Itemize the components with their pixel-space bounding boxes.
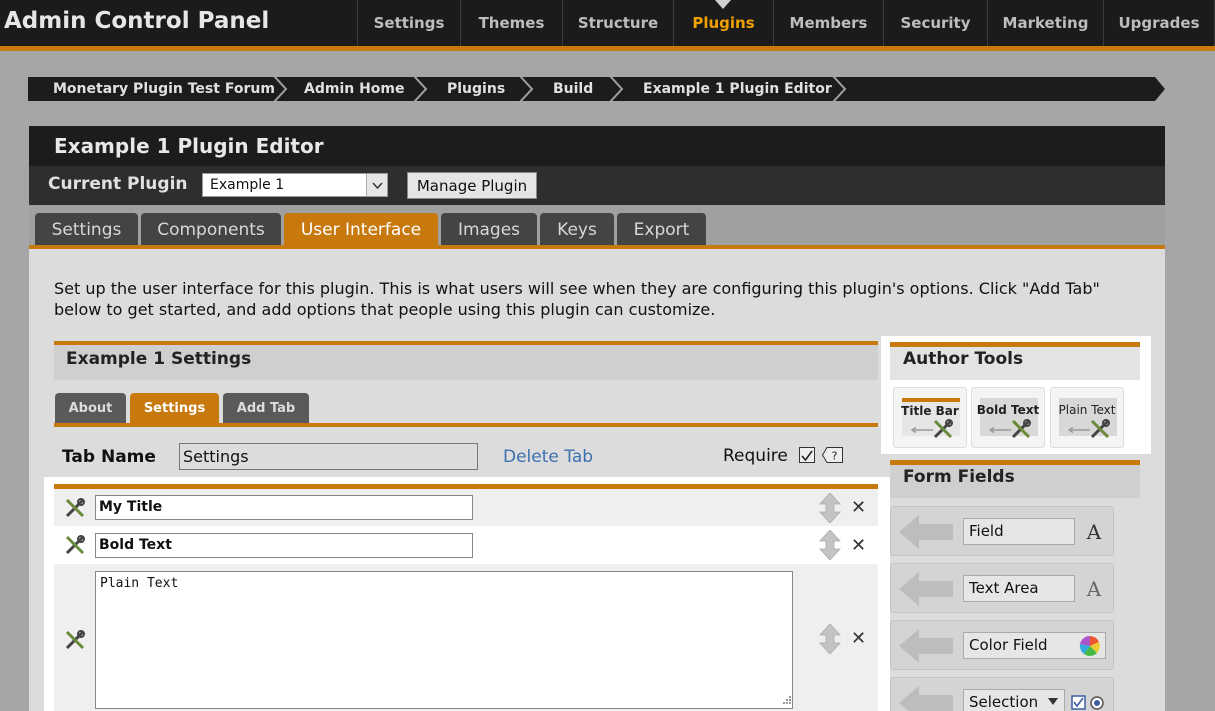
chevron-down-icon — [1048, 698, 1058, 705]
wrench-icon[interactable] — [64, 629, 86, 651]
help-icon[interactable]: ? — [822, 447, 843, 463]
nav-marketing[interactable]: Marketing — [988, 0, 1104, 46]
tool-title-bar[interactable]: Title Bar — [893, 387, 967, 448]
plugin-select[interactable]: Example 1 — [202, 173, 388, 197]
title-input[interactable]: My Title — [95, 495, 473, 520]
breadcrumb-chevron-icon — [273, 77, 288, 101]
arrow-left-icon — [1068, 427, 1090, 433]
move-handle-icon[interactable] — [818, 530, 842, 560]
close-icon[interactable]: ✕ — [851, 497, 866, 518]
arrow-left-icon — [899, 629, 953, 663]
author-tools-title: Author Tools — [903, 349, 1024, 369]
breadcrumb-chevron-icon — [413, 77, 428, 101]
breadcrumb-chevron-icon — [519, 77, 534, 101]
breadcrumb: Monetary Plugin Test Forum Admin Home Pl… — [28, 77, 1165, 101]
breadcrumb-plugins[interactable]: Plugins — [447, 77, 505, 101]
breadcrumb-forum[interactable]: Monetary Plugin Test Forum — [53, 77, 275, 101]
current-plugin-label: Current Plugin — [48, 174, 188, 194]
require-label: Require — [723, 446, 788, 466]
tab-keys[interactable]: Keys — [540, 213, 614, 246]
active-nav-pointer — [715, 0, 731, 9]
delete-tab-link[interactable]: Delete Tab — [503, 447, 593, 467]
editor-row-plain: Plain Text ✕ — [54, 564, 878, 711]
checkbox-radio-icon — [1071, 695, 1104, 710]
font-a-icon: A — [1086, 519, 1102, 544]
breadcrumb-chevron-icon — [609, 77, 624, 101]
require-checkbox[interactable] — [799, 447, 815, 463]
font-a-outline-icon: A — [1086, 576, 1102, 601]
subtab-about[interactable]: About — [55, 393, 126, 423]
nav-settings[interactable]: Settings — [358, 0, 461, 46]
chevron-down-icon[interactable] — [366, 174, 387, 196]
tab-components[interactable]: Components — [141, 213, 281, 246]
tool-label: Plain Text — [1058, 403, 1116, 417]
nav-members[interactable]: Members — [774, 0, 884, 46]
arrow-left-icon — [989, 427, 1011, 433]
form-field-label: Text Area — [963, 575, 1075, 602]
tool-title-bar-stripe — [902, 398, 960, 402]
tab-export[interactable]: Export — [617, 213, 706, 246]
color-wheel-icon — [1079, 635, 1100, 656]
arrow-left-icon — [899, 515, 953, 549]
subtab-accent-line — [54, 423, 878, 427]
move-handle-icon[interactable] — [818, 624, 842, 654]
tab-name-label: Tab Name — [62, 447, 156, 467]
tool-bold-text[interactable]: Bold Text — [971, 387, 1045, 448]
wrench-icon[interactable] — [64, 497, 86, 519]
wrench-icon — [933, 419, 953, 439]
move-handle-icon[interactable] — [818, 493, 842, 523]
nav-themes[interactable]: Themes — [461, 0, 563, 46]
breadcrumb-chevron-icon — [832, 77, 847, 101]
breadcrumb-build[interactable]: Build — [553, 77, 593, 101]
wrench-icon[interactable] — [64, 534, 86, 556]
tab-name-input[interactable]: Settings — [179, 443, 478, 470]
settings-section-title: Example 1 Settings — [66, 349, 252, 369]
arrow-left-icon — [899, 572, 953, 606]
nav-structure[interactable]: Structure — [563, 0, 674, 46]
subtab-settings[interactable]: Settings — [130, 393, 219, 423]
nav-upgrades[interactable]: Upgrades — [1104, 0, 1215, 46]
arrow-left-icon — [911, 427, 933, 433]
breadcrumb-plugin-editor[interactable]: Example 1 Plugin Editor — [643, 77, 832, 101]
tab-user-interface[interactable]: User Interface — [284, 213, 438, 246]
manage-plugin-button[interactable]: Manage Plugin — [407, 172, 537, 199]
form-field-label: Field — [963, 518, 1075, 545]
editor-row-title: My Title ✕ — [54, 489, 878, 526]
subtab-add-tab[interactable]: Add Tab — [223, 393, 309, 423]
form-field-text-area[interactable]: Text Area A — [890, 563, 1114, 613]
bold-text-input[interactable]: Bold Text — [95, 533, 473, 558]
app-title: Admin Control Panel — [4, 8, 270, 34]
panel-title: Example 1 Plugin Editor — [54, 134, 324, 158]
plain-text-textarea[interactable]: Plain Text — [95, 571, 793, 709]
top-nav: Settings Themes Structure Plugins Member… — [357, 0, 1215, 46]
close-icon[interactable]: ✕ — [851, 628, 866, 649]
tool-plain-text[interactable]: Plain Text — [1050, 387, 1124, 448]
close-icon[interactable]: ✕ — [851, 535, 866, 556]
tab-settings[interactable]: Settings — [35, 213, 138, 246]
tool-label: Title Bar — [901, 404, 959, 418]
form-field-color-field[interactable]: Color Field — [890, 620, 1114, 670]
tab-images[interactable]: Images — [441, 213, 537, 246]
form-field-selection[interactable]: Selection — [890, 677, 1114, 711]
wrench-icon — [1011, 419, 1031, 439]
nav-accent-line — [0, 46, 1215, 51]
plugin-bar — [29, 166, 1165, 205]
wrench-icon — [1090, 419, 1110, 439]
form-field-field[interactable]: Field A — [890, 506, 1114, 556]
svg-text:?: ? — [832, 450, 838, 463]
nav-security[interactable]: Security — [884, 0, 988, 46]
breadcrumb-admin-home[interactable]: Admin Home — [304, 77, 405, 101]
form-fields-title: Form Fields — [903, 467, 1015, 487]
arrow-left-icon — [899, 686, 953, 711]
tool-label: Bold Text — [976, 403, 1040, 417]
editor-row-bold: Bold Text ✕ — [54, 526, 878, 564]
intro-text: Set up the user interface for this plugi… — [54, 279, 1100, 319]
resize-grip-icon[interactable] — [780, 695, 791, 706]
